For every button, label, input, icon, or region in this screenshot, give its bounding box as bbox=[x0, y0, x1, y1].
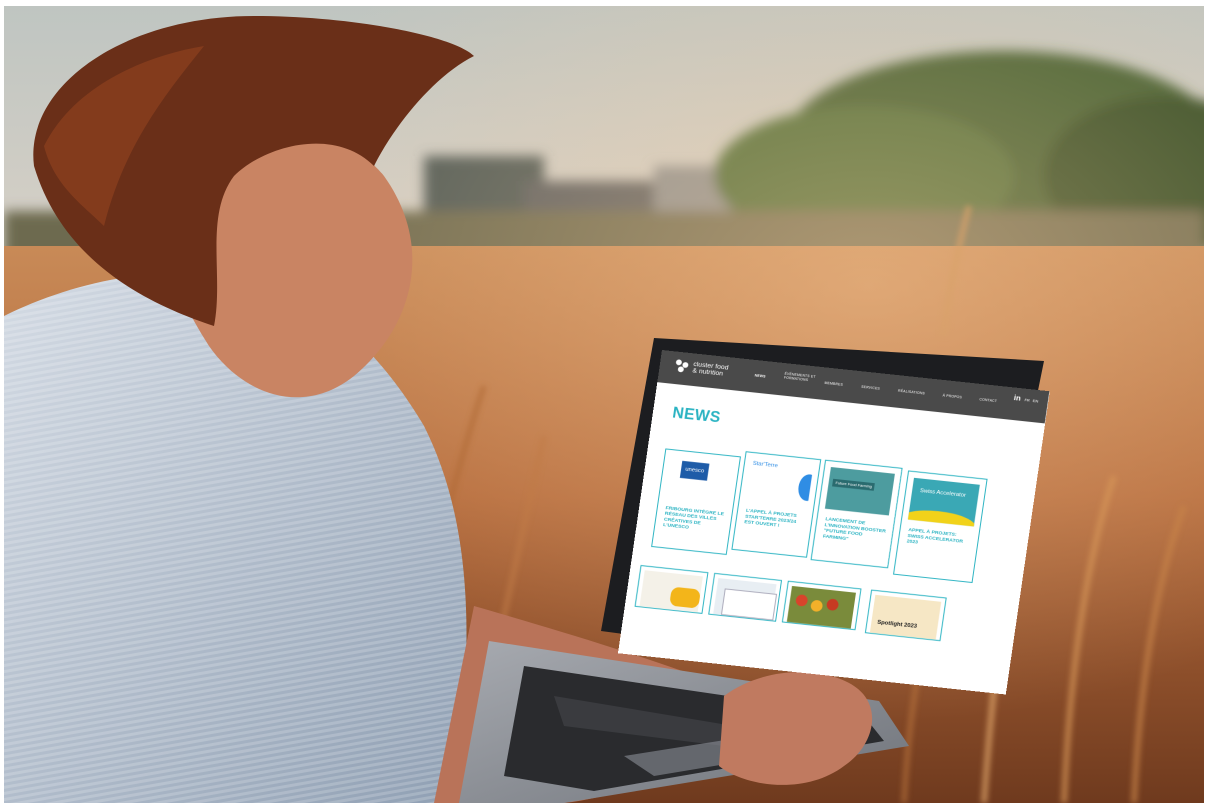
starterre-logo: Star'Terre bbox=[752, 460, 779, 470]
news-card-7[interactable] bbox=[781, 580, 862, 631]
nav-about[interactable]: À PROPOS bbox=[942, 393, 962, 399]
logo-text: cluster food & nutrition bbox=[692, 361, 733, 378]
yellow-wave-shape bbox=[907, 507, 978, 527]
screen-illustration-icon bbox=[720, 588, 778, 621]
card-3-thumbnail: Future Food Farming bbox=[824, 467, 895, 516]
header-right: in FR EN bbox=[1013, 393, 1039, 404]
card-1-thumbnail: unesco bbox=[665, 455, 734, 505]
news-card-3[interactable]: Future Food Farming LANCEMENT DE L'INNOV… bbox=[810, 459, 903, 569]
nav-news[interactable]: NEWS bbox=[754, 373, 766, 378]
future-food-banner: Future Food Farming bbox=[832, 478, 875, 491]
lang-fr[interactable]: FR bbox=[1024, 397, 1030, 402]
nav-services[interactable]: SERVICES bbox=[861, 385, 880, 391]
card-4-title: APPEL À PROJETS: SWISS ACCELERATOR 2023 bbox=[906, 527, 964, 546]
site-logo[interactable]: cluster food & nutrition bbox=[674, 359, 732, 378]
apple-icon bbox=[825, 598, 840, 611]
apple-icon bbox=[810, 599, 824, 613]
card-2-title: L'APPEL À PROJETS STAR'TERRE 2023/24 EST… bbox=[743, 508, 798, 529]
swiss-accelerator-logo: Swiss Accelerator bbox=[919, 488, 967, 499]
nav-realisations[interactable]: RÉALISATIONS bbox=[898, 389, 925, 396]
map-shape-icon bbox=[669, 586, 701, 609]
card-6-thumbnail bbox=[713, 578, 778, 621]
lang-en[interactable]: EN bbox=[1033, 398, 1039, 403]
card-4-thumbnail: Swiss Accelerator bbox=[907, 477, 980, 527]
page-title: NEWS bbox=[671, 405, 722, 427]
card-8-thumbnail: Spotlight 2023 bbox=[869, 594, 942, 640]
nav-members[interactable]: MEMBRES bbox=[824, 381, 843, 387]
card-5-thumbnail bbox=[639, 570, 703, 613]
news-card-1[interactable]: unesco FRIBOURG INTÈGRE LE RÉSEAU DES VI… bbox=[651, 448, 741, 555]
nav-events[interactable]: ÉVÉNEMENTS ET FORMATIONS bbox=[784, 372, 818, 383]
card-2-thumbnail: Star'Terre bbox=[745, 458, 814, 507]
card-1-title: FRIBOURG INTÈGRE LE RÉSEAU DES VILLES CR… bbox=[662, 505, 725, 531]
photo-stage: cluster food & nutrition NEWS ÉVÉNEMENTS… bbox=[0, 0, 1208, 805]
news-card-5[interactable] bbox=[634, 565, 709, 614]
logo-mark-icon bbox=[674, 359, 689, 374]
photo-frame: cluster food & nutrition NEWS ÉVÉNEMENTS… bbox=[4, 6, 1204, 803]
card-7-thumbnail bbox=[786, 585, 856, 629]
news-card-4[interactable]: Swiss Accelerator APPEL À PROJETS: SWISS… bbox=[893, 470, 988, 584]
apple-icon bbox=[795, 594, 809, 607]
spotlight-label: Spotlight 2023 bbox=[876, 620, 918, 630]
news-card-2[interactable]: Star'Terre L'APPEL À PROJETS STAR'TERRE … bbox=[731, 451, 822, 558]
blue-shape-icon bbox=[796, 473, 814, 502]
linkedin-icon[interactable]: in bbox=[1013, 393, 1021, 402]
card-3-title: LANCEMENT DE L'INNOVATION BOOSTER "FUTUR… bbox=[822, 516, 887, 542]
laptop-screen: cluster food & nutrition NEWS ÉVÉNEMENTS… bbox=[618, 350, 1050, 695]
nav-contact[interactable]: CONTACT bbox=[979, 397, 997, 403]
unesco-logo: unesco bbox=[679, 460, 710, 481]
news-card-8[interactable]: Spotlight 2023 bbox=[864, 589, 947, 642]
news-card-6[interactable] bbox=[708, 572, 783, 622]
